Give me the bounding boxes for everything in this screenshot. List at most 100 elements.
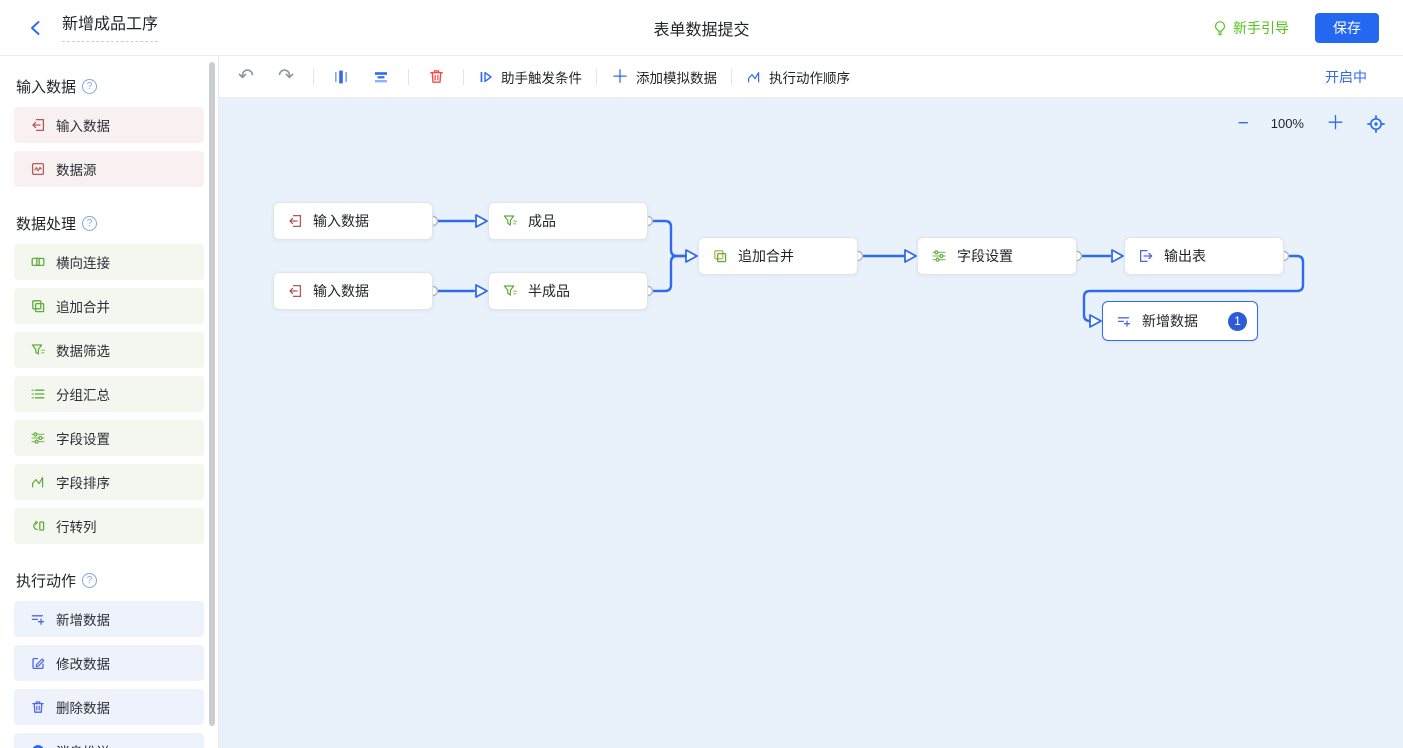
locate-button[interactable] <box>1367 115 1385 133</box>
help-icon[interactable]: ? <box>82 216 97 231</box>
edge[interactable] <box>652 221 685 256</box>
zoom-in-button[interactable]: ＋ <box>1326 114 1345 133</box>
sidebar-item-message-push[interactable]: 消息推送 <box>14 733 204 748</box>
sidebar-item-row-to-column[interactable]: 行转列 <box>14 508 204 544</box>
node-add-data[interactable]: 新增数据 1 <box>1102 301 1258 341</box>
distribute-horizontal-icon <box>333 69 349 85</box>
sidebar-item-field-sort[interactable]: 字段排序 <box>14 464 204 500</box>
filter-icon <box>502 213 518 229</box>
sidebar-item-append-merge[interactable]: 追加合并 <box>14 288 204 324</box>
arrowhead <box>1112 250 1123 262</box>
beginner-guide-button[interactable]: 新手引导 <box>1212 18 1289 38</box>
sidebar-item-label: 输入数据 <box>56 115 110 135</box>
flow-canvas[interactable]: 输入数据 成品 输入数据 <box>219 98 1403 748</box>
arrowhead <box>476 285 487 297</box>
plus-icon: ＋ <box>611 68 629 86</box>
save-button[interactable]: 保存 <box>1315 13 1379 43</box>
sidebar-item-delete-data[interactable]: 删除数据 <box>14 689 204 725</box>
align-vertical-button[interactable] <box>368 64 394 90</box>
flow-edges <box>219 98 1403 748</box>
align-vertical-icon <box>373 69 389 85</box>
page-title[interactable]: 新增成品工序 <box>62 14 158 42</box>
add-mock-data-button[interactable]: ＋ 添加模拟数据 <box>611 67 717 87</box>
sidebar-item-input-data[interactable]: 输入数据 <box>14 107 204 143</box>
chevron-left-icon <box>27 19 45 37</box>
undo-icon: ↶ <box>238 67 254 86</box>
sidebar-item-modify-data[interactable]: 修改数据 <box>14 645 204 681</box>
node-label: 字段设置 <box>957 246 1013 266</box>
sidebar-item-data-filter[interactable]: 数据筛选 <box>14 332 204 368</box>
sidebar-item-label: 数据源 <box>56 159 97 179</box>
node-input-data-2[interactable]: 输入数据 <box>273 272 433 310</box>
arrowhead <box>905 250 916 262</box>
sidebar-item-label: 删除数据 <box>56 697 110 717</box>
action-count-badge: 1 <box>1228 312 1247 331</box>
node-palette-sidebar: 输入数据 ? 输入数据 数据源 数据处理 ? 横向连接 <box>0 56 219 748</box>
node-label: 输出表 <box>1164 246 1206 266</box>
sidebar-item-group-summary[interactable]: 分组汇总 <box>14 376 204 412</box>
node-label: 追加合并 <box>738 246 794 266</box>
node-field-settings[interactable]: 字段设置 <box>917 237 1077 275</box>
back-button[interactable] <box>24 16 48 40</box>
node-label: 半成品 <box>528 281 570 301</box>
toolbar-divider <box>596 69 597 85</box>
assistant-trigger-label: 助手触发条件 <box>501 67 582 87</box>
form-event-title: 表单数据提交 <box>653 16 749 40</box>
group-summary-icon <box>30 386 46 402</box>
arrowhead <box>476 215 487 227</box>
section-title-process: 数据处理 ? <box>16 213 202 234</box>
add-mock-data-label: 添加模拟数据 <box>636 67 717 87</box>
help-icon[interactable]: ? <box>82 79 97 94</box>
lightbulb-icon <box>1212 20 1228 36</box>
toolbar-divider <box>731 69 732 85</box>
sidebar-item-add-data[interactable]: 新增数据 <box>14 601 204 637</box>
node-label: 输入数据 <box>313 211 369 231</box>
action-order-button[interactable]: 执行动作顺序 <box>746 67 850 87</box>
sidebar-item-label: 追加合并 <box>56 296 110 316</box>
trigger-condition-icon <box>478 69 494 85</box>
append-merge-icon <box>30 298 46 314</box>
app-header: 新增成品工序 表单数据提交 新手引导 保存 <box>0 0 1403 56</box>
section-title-action: 执行动作 ? <box>16 570 202 591</box>
status-toggle[interactable]: 开启中 <box>1325 67 1389 87</box>
crosshair-icon <box>1367 115 1385 133</box>
node-filter-product[interactable]: 成品 <box>488 202 648 240</box>
section-title-text: 输入数据 <box>16 76 76 97</box>
canvas-toolbar: ↶ ↷ <box>219 56 1403 98</box>
toolbar-divider <box>313 69 314 85</box>
toolbar-divider <box>463 69 464 85</box>
redo-button[interactable]: ↷ <box>273 64 299 90</box>
add-data-icon <box>30 611 46 627</box>
sidebar-scrollbar[interactable] <box>209 62 215 726</box>
add-data-icon <box>1116 313 1132 329</box>
section-title-text: 执行动作 <box>16 570 76 591</box>
delete-node-button[interactable] <box>423 64 449 90</box>
node-filter-semi-product[interactable]: 半成品 <box>488 272 648 310</box>
sidebar-item-label: 横向连接 <box>56 252 110 272</box>
sidebar-item-label: 行转列 <box>56 516 97 536</box>
node-output-table[interactable]: 输出表 <box>1124 237 1284 275</box>
sidebar-item-horizontal-join[interactable]: 横向连接 <box>14 244 204 280</box>
sidebar-item-label: 修改数据 <box>56 653 110 673</box>
edge[interactable] <box>652 256 685 291</box>
node-append-merge[interactable]: 追加合并 <box>698 237 858 275</box>
arrowhead <box>1090 315 1101 327</box>
import-icon <box>30 117 46 133</box>
horizontal-join-icon <box>30 254 46 270</box>
modify-data-icon <box>30 655 46 671</box>
distribute-horizontal-button[interactable] <box>328 64 354 90</box>
row-to-column-icon <box>30 518 46 534</box>
assistant-trigger-button[interactable]: 助手触发条件 <box>478 67 582 87</box>
sidebar-item-data-source[interactable]: 数据源 <box>14 151 204 187</box>
help-icon[interactable]: ? <box>82 573 97 588</box>
field-settings-icon <box>30 430 46 446</box>
node-input-data-1[interactable]: 输入数据 <box>273 202 433 240</box>
section-title-text: 数据处理 <box>16 213 76 234</box>
sidebar-item-field-settings[interactable]: 字段设置 <box>14 420 204 456</box>
zoom-level: 100% <box>1271 116 1304 131</box>
zoom-out-button[interactable]: − <box>1238 114 1249 133</box>
message-push-icon <box>30 743 46 748</box>
section-title-input: 输入数据 ? <box>16 76 202 97</box>
trash-icon <box>428 68 445 85</box>
undo-button[interactable]: ↶ <box>233 64 259 90</box>
